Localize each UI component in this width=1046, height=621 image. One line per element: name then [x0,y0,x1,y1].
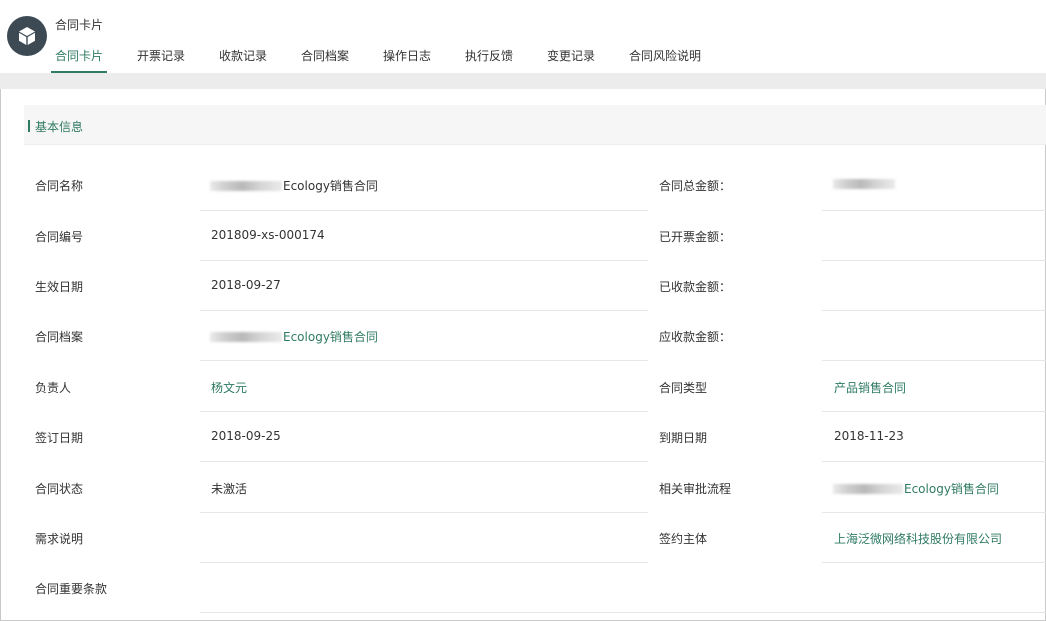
redacted-text [210,332,282,342]
link-contract-archive[interactable]: Ecology销售合同 [210,328,378,345]
section-marker [28,120,30,132]
section-title: 基本信息 [35,120,84,134]
label-owner: 负责人 [35,381,72,395]
value-sign-date: 2018-09-25 [211,429,281,443]
row-divider [822,512,1046,513]
label-effective-date: 生效日期 [35,280,84,294]
tab-change-records[interactable]: 变更记录 [547,47,595,73]
label-requirement-desc: 需求说明 [35,532,84,546]
tab-execution-feedback[interactable]: 执行反馈 [465,47,513,73]
row-divider [200,360,648,361]
row-divider [200,310,648,311]
row-divider [822,310,1046,311]
label-contract-status: 合同状态 [35,482,84,496]
row-divider [200,512,648,513]
tab-contract-card[interactable]: 合同卡片 [50,47,108,73]
value-contract-name: Ecology销售合同 [210,177,378,194]
label-contract-archive: 合同档案 [35,330,84,344]
label-total-amount: 合同总金额： [659,179,732,193]
row-divider [200,411,648,412]
row-divider [822,360,1046,361]
row-divider [200,562,648,563]
row-divider [200,461,648,462]
redacted-text [833,484,903,494]
tab-risk-notes[interactable]: 合同风险说明 [629,47,701,73]
row-divider [822,210,1046,211]
row-divider [200,612,1046,613]
link-signing-entity[interactable]: 上海泛微网络科技股份有限公司 [834,530,1002,547]
value-contract-status: 未激活 [211,482,248,496]
link-contract-type[interactable]: 产品销售合同 [834,379,906,396]
app-title: 合同卡片 [55,18,104,32]
value-effective-date: 2018-09-27 [211,278,281,292]
row-divider [200,260,648,261]
tab-invoice-records[interactable]: 开票记录 [137,47,185,73]
value-total-amount [833,177,896,191]
value-due-date: 2018-11-23 [834,429,904,443]
row-divider [822,461,1046,462]
row-divider [822,260,1046,261]
label-receivable-amount: 应收款金额： [659,330,732,344]
label-due-date: 到期日期 [659,431,708,445]
label-received-amount: 已收款金额： [659,280,732,294]
tab-payment-records[interactable]: 收款记录 [219,47,267,73]
redacted-text [833,179,895,189]
header: 合同卡片 合同卡片 开票记录 收款记录 合同档案 操作日志 执行反馈 变更记录 … [0,0,1046,73]
tab-operation-log[interactable]: 操作日志 [383,47,431,73]
label-sign-date: 签订日期 [35,431,84,445]
link-owner[interactable]: 杨文元 [211,379,247,396]
label-contract-name: 合同名称 [35,179,84,193]
label-contract-type: 合同类型 [659,381,708,395]
section-header [24,105,1046,145]
label-approval-flow: 相关审批流程 [659,482,732,496]
label-key-terms: 合同重要条款 [35,582,108,596]
row-divider [200,210,648,211]
redacted-text [210,181,282,191]
label-invoiced-amount: 已开票金额： [659,230,732,244]
row-divider [822,411,1046,412]
label-signing-entity: 签约主体 [659,532,708,546]
row-divider [822,562,1046,563]
link-approval-flow[interactable]: Ecology销售合同 [833,480,999,497]
label-contract-number: 合同编号 [35,230,84,244]
tab-bar: 合同卡片 开票记录 收款记录 合同档案 操作日志 执行反馈 变更记录 合同风险说… [0,47,1046,73]
value-contract-number: 201809-xs-000174 [211,228,325,242]
header-divider [0,73,1046,89]
tab-contract-archive[interactable]: 合同档案 [301,47,349,73]
